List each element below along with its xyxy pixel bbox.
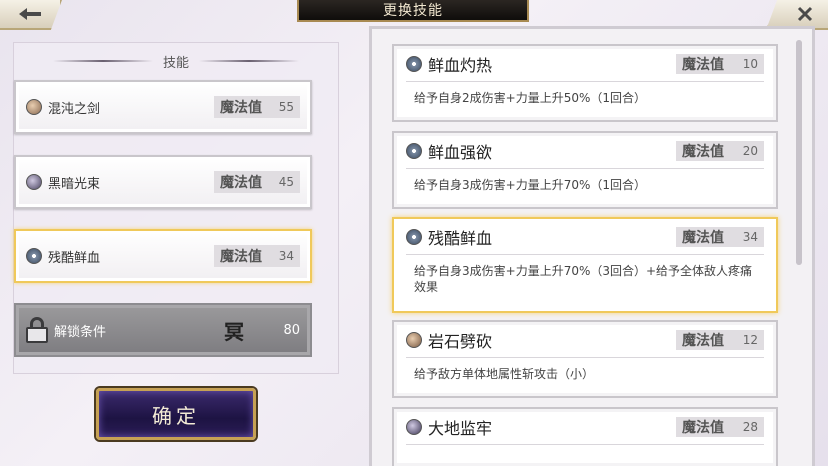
blood-orb-icon (26, 248, 42, 264)
mana-label: 魔法值 (220, 100, 262, 116)
scrollbar[interactable] (796, 40, 802, 265)
skill-name: 岩石劈砍 (428, 331, 493, 351)
mana-label: 魔法值 (682, 143, 724, 160)
skill-card-2[interactable]: 鲜血强欲 魔法值 20 给予自身3成伤害+力量上升70%（1回合） (392, 131, 778, 209)
skills-heading: 技能 (162, 55, 189, 71)
mana-value: 12 (742, 332, 758, 347)
mana-value: 28 (742, 419, 758, 434)
skill-name: 大地监牢 (428, 418, 493, 438)
skill-card-3[interactable]: 残酷鲜血 魔法值 34 给予自身3成伤害+力量上升70%（3回合）+给予全体敌人… (392, 217, 778, 313)
confirm-label: 确定 (152, 403, 200, 428)
skill-card-1[interactable]: 鲜血灼热 魔法值 10 给予自身2成伤害+力量上升50%（1回合） (392, 44, 778, 122)
skill-card-header: 鲜血强欲 魔法值 20 (406, 133, 764, 169)
skill-card-header: 大地监牢 魔法值 28 (406, 409, 764, 445)
skill-slot-name: 残酷鲜血 (48, 250, 101, 266)
blood-orb-icon (406, 142, 422, 159)
mana-cost: 魔法值 20 (676, 140, 764, 161)
skill-card-header: 鲜血灼热 魔法值 10 (406, 46, 764, 82)
skill-name: 鲜血灼热 (428, 55, 493, 75)
skill-card-header: 残酷鲜血 魔法值 34 (406, 219, 764, 255)
page-title: 更换技能 (383, 3, 443, 19)
confirm-button[interactable]: 确定 (96, 388, 256, 440)
earth-orb-icon (406, 418, 422, 435)
title-bar: 更换技能 (297, 0, 529, 22)
skill-slot-2[interactable]: 黑暗光束 魔法值 45 (14, 155, 312, 209)
blood-orb-icon (406, 228, 422, 245)
mana-label: 魔法值 (682, 56, 724, 73)
mana-label: 魔法值 (682, 332, 724, 349)
requirement-icon: 冥 (224, 319, 244, 344)
unlock-condition-label: 解锁条件 (54, 324, 107, 340)
scrollbar-thumb[interactable] (796, 40, 802, 265)
close-icon (797, 6, 813, 22)
locked-skill-slot[interactable]: 解锁条件 冥 80 (14, 303, 312, 357)
arrow-left-icon (19, 8, 41, 20)
mana-value: 34 (278, 249, 294, 263)
lock-icon (26, 317, 48, 343)
sword-orb-icon (26, 99, 42, 115)
mana-value: 55 (278, 100, 294, 114)
mana-value: 34 (742, 229, 758, 244)
stone-orb-icon (406, 331, 422, 348)
mana-cost: 魔法值 55 (214, 96, 300, 118)
skill-card-4[interactable]: 岩石劈砍 魔法值 12 给予敌方单体地属性斩攻击（小） (392, 320, 778, 398)
skill-slot-3[interactable]: 残酷鲜血 魔法值 34 (14, 229, 312, 283)
skill-slot-1[interactable]: 混沌之剑 魔法值 55 (14, 80, 312, 134)
skill-slot-name: 黑暗光束 (48, 176, 101, 192)
mana-label: 魔法值 (682, 229, 724, 246)
mana-cost: 魔法值 34 (676, 226, 764, 247)
decorative-line-left (52, 60, 153, 62)
blood-orb-icon (406, 55, 422, 72)
mana-label: 魔法值 (682, 419, 724, 436)
mana-label: 魔法值 (220, 249, 262, 265)
mana-cost: 魔法值 45 (214, 171, 300, 193)
skill-description: 给予自身2成伤害+力量上升50%（1回合） (414, 91, 646, 105)
skill-description: 给予自身3成伤害+力量上升70%（1回合） (414, 178, 646, 192)
mana-cost: 魔法值 28 (676, 416, 764, 437)
requirement-value: 80 (283, 322, 300, 338)
skill-slot-name: 混沌之剑 (48, 101, 101, 117)
skill-description: 给予敌方单体地属性斩攻击（小） (414, 367, 595, 381)
panel-heading: 技能 (14, 51, 338, 71)
decorative-line-right (199, 60, 299, 62)
back-button[interactable] (0, 0, 62, 30)
skill-card-header: 岩石劈砍 魔法值 12 (406, 322, 764, 358)
mana-value: 45 (278, 175, 294, 189)
skill-card-5[interactable]: 大地监牢 魔法值 28 (392, 407, 778, 466)
mana-label: 魔法值 (220, 175, 262, 191)
skill-name: 鲜血强欲 (428, 142, 493, 162)
dark-orb-icon (26, 174, 42, 190)
skill-description: 给予自身3成伤害+力量上升70%（3回合）+给予全体敌人疼痛效果 (414, 264, 753, 294)
mana-value: 20 (742, 143, 758, 158)
mana-value: 10 (742, 56, 758, 71)
mana-cost: 魔法值 34 (214, 245, 300, 267)
mana-cost: 魔法值 12 (676, 329, 764, 350)
skill-name: 残酷鲜血 (428, 228, 493, 248)
mana-cost: 魔法值 10 (676, 53, 764, 74)
